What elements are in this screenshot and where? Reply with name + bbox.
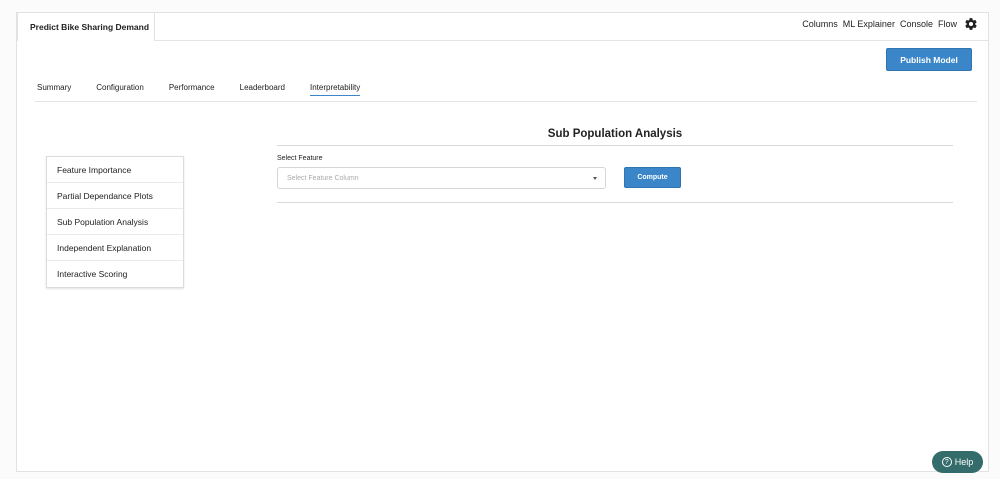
compute-button[interactable]: Compute [624, 167, 681, 188]
help-button[interactable]: ? Help [932, 451, 983, 473]
tab-bar: Summary Configuration Performance Leader… [37, 83, 385, 96]
nav-columns[interactable]: Columns [802, 19, 838, 29]
help-label: Help [954, 457, 974, 467]
select-feature-label: Select Feature [277, 155, 323, 162]
question-circle-icon: ? [941, 457, 952, 467]
title-divider [277, 145, 953, 146]
select-placeholder: Select Feature Column [287, 175, 359, 182]
tab-interpretability[interactable]: Interpretability [310, 83, 361, 96]
gear-icon[interactable] [964, 17, 978, 31]
publish-model-button[interactable]: Publish Model [886, 48, 972, 71]
tab-summary[interactable]: Summary [37, 83, 71, 96]
menu-interactive-scoring[interactable]: Interactive Scoring [47, 261, 183, 287]
tab-leaderboard[interactable]: Leaderboard [240, 83, 285, 96]
caret-down-icon [593, 177, 597, 180]
nav-console[interactable]: Console [900, 19, 933, 29]
header-divider [17, 40, 988, 41]
tab-configuration[interactable]: Configuration [96, 83, 144, 96]
nav-ml-explainer[interactable]: ML Explainer [843, 19, 895, 29]
tab-performance[interactable]: Performance [169, 83, 215, 96]
project-tab[interactable]: Predict Bike Sharing Demand [17, 12, 155, 41]
menu-feature-importance[interactable]: Feature Importance [47, 157, 183, 183]
menu-partial-dependance-plots[interactable]: Partial Dependance Plots [47, 183, 183, 209]
interpretability-menu: Feature Importance Partial Dependance Pl… [46, 156, 184, 288]
top-nav: Columns ML Explainer Console Flow [802, 17, 978, 31]
menu-sub-population-analysis[interactable]: Sub Population Analysis [47, 209, 183, 235]
feature-column-select[interactable]: Select Feature Column [277, 167, 606, 189]
tabs-divider [35, 101, 977, 102]
section-title: Sub Population Analysis [547, 128, 683, 140]
nav-flow[interactable]: Flow [938, 19, 957, 29]
menu-independent-explanation[interactable]: Independent Explanation [47, 235, 183, 261]
app-frame: Predict Bike Sharing Demand Columns ML E… [16, 12, 989, 472]
form-divider [277, 202, 953, 203]
